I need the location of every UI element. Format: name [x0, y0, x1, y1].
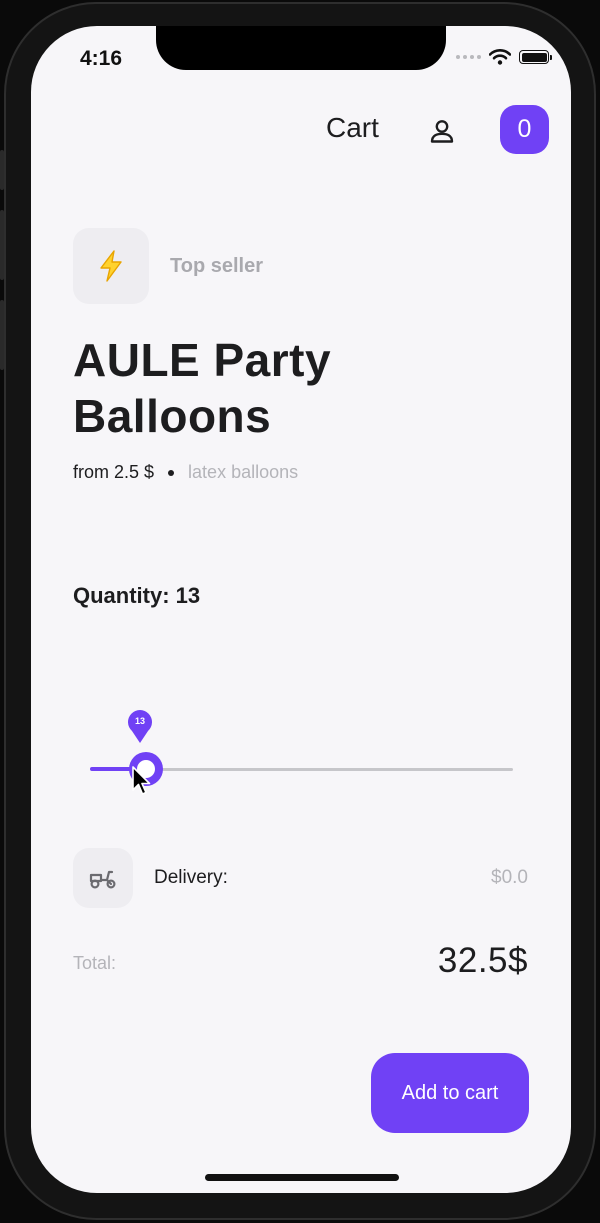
total-label: Total: [73, 953, 117, 973]
mouse-cursor-icon [132, 766, 151, 795]
delivery-icon-tile [73, 848, 133, 908]
user-icon [430, 120, 454, 143]
price-from: from 2.5 $ [73, 462, 155, 482]
scooter-icon [89, 870, 116, 889]
status-indicators [456, 49, 552, 65]
page-title: Cart [326, 112, 379, 143]
cellular-signal-icon [456, 55, 481, 59]
status-time: 4:16 [80, 47, 123, 70]
total-value: 32.5$ [437, 941, 528, 980]
notch [156, 26, 446, 70]
phone-device: 4:16 Cart 0 Top seller AULE Party Balloo… [0, 0, 600, 1223]
bullet-separator [168, 469, 175, 476]
product-category: latex balloons [188, 462, 299, 482]
delivery-label: Delivery: [154, 867, 228, 888]
battery-icon [519, 50, 552, 64]
product-subline: from 2.5 $ latex balloons [73, 462, 298, 483]
quantity-slider-track[interactable] [145, 768, 513, 771]
quantity-label: Quantity: 13 [73, 583, 201, 608]
wifi-icon [489, 49, 511, 65]
app-screen: 4:16 Cart 0 Top seller AULE Party Balloo… [31, 26, 571, 1193]
slider-value-text: 13 [134, 716, 145, 726]
profile-button[interactable] [427, 116, 457, 146]
home-indicator[interactable] [205, 1174, 399, 1181]
top-seller-icon-tile [73, 228, 149, 304]
product-title: AULE Party Balloons [73, 334, 332, 442]
delivery-value: $0.0 [491, 867, 528, 888]
top-seller-label: Top seller [170, 255, 263, 277]
add-to-cart-button[interactable]: Add to cart [371, 1053, 529, 1133]
cart-count-button[interactable]: 0 [500, 105, 549, 154]
lightning-icon [100, 250, 122, 282]
